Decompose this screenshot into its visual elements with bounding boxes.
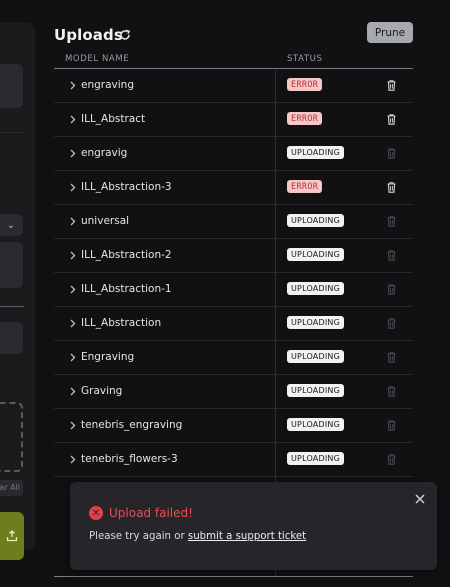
status-badge: UPLOADING xyxy=(287,316,344,329)
left-panel-field[interactable] xyxy=(0,242,23,288)
upload-button[interactable] xyxy=(0,512,24,560)
table-row[interactable]: engravig UPLOADING xyxy=(54,137,413,171)
prune-button[interactable]: Prune xyxy=(367,22,413,43)
table-row[interactable]: tenebris_flowers-3 UPLOADING xyxy=(54,443,413,477)
status-badge: ERROR xyxy=(287,112,323,125)
chevron-right-icon[interactable] xyxy=(70,455,76,464)
dropzone[interactable] xyxy=(0,402,23,472)
status-badge: UPLOADING xyxy=(287,452,344,465)
chevron-right-icon[interactable] xyxy=(70,149,76,158)
chevron-right-icon[interactable] xyxy=(70,387,76,396)
status-badge: UPLOADING xyxy=(287,282,344,295)
trash-icon xyxy=(387,352,396,363)
model-name: ILL_Abstraction xyxy=(81,317,162,329)
trash-icon xyxy=(387,318,396,329)
model-name: ILL_Abstract xyxy=(81,113,146,125)
table-row[interactable]: ILL_Abstract ERROR xyxy=(54,103,413,137)
status-badge: UPLOADING xyxy=(287,248,344,261)
trash-icon xyxy=(387,284,396,295)
model-name: ILL_Abstraction-2 xyxy=(81,249,172,261)
trash-icon xyxy=(387,454,396,465)
table-row[interactable]: ILL_Abstraction-1 UPLOADING xyxy=(54,273,413,307)
toast-title: Upload failed! xyxy=(109,506,193,520)
trash-icon[interactable] xyxy=(387,182,396,193)
error-icon: ✕ xyxy=(89,506,103,520)
model-name: ILL_Abstraction-3 xyxy=(81,181,172,193)
status-badge: UPLOADING xyxy=(287,146,344,159)
table-row[interactable]: tenebris_engraving UPLOADING xyxy=(54,409,413,443)
refresh-icon[interactable] xyxy=(118,28,132,42)
chevron-down-icon: ⌄ xyxy=(6,219,15,231)
trash-icon[interactable] xyxy=(387,80,396,91)
chevron-right-icon[interactable] xyxy=(70,319,76,328)
table-row[interactable]: ILL_Abstraction-3 ERROR xyxy=(54,171,413,205)
model-name: universal xyxy=(81,215,130,227)
chevron-right-icon[interactable] xyxy=(70,81,76,90)
table-row[interactable]: ILL_Abstraction-2 UPLOADING xyxy=(54,239,413,273)
left-panel: ⌄ ar All xyxy=(0,22,35,560)
table-row[interactable]: universal UPLOADING xyxy=(54,205,413,239)
upload-icon xyxy=(6,530,18,542)
divider xyxy=(0,132,24,133)
trash-icon[interactable] xyxy=(387,114,396,125)
table-row[interactable]: engraving ERROR xyxy=(54,69,413,103)
status-badge: UPLOADING xyxy=(287,214,344,227)
table-row[interactable]: ILL_Abstraction UPLOADING xyxy=(54,307,413,341)
chevron-right-icon[interactable] xyxy=(70,421,76,430)
error-toast: ✕ Upload failed! Please try again or sub… xyxy=(70,482,437,570)
table-row[interactable]: Graving UPLOADING xyxy=(54,375,413,409)
model-name: tenebris_engraving xyxy=(81,419,183,431)
page-title: Uploads xyxy=(54,26,123,44)
uploads-table: engraving ERROR ILL_Abstract ERROR engravig U… xyxy=(54,69,413,477)
model-name: tenebris_flowers-3 xyxy=(81,453,178,465)
divider xyxy=(0,306,24,307)
model-name: engraving xyxy=(81,79,134,91)
clear-all-button[interactable]: ar All xyxy=(0,480,23,496)
model-name: ILL_Abstraction-1 xyxy=(81,283,172,295)
status-badge: UPLOADING xyxy=(287,350,344,363)
chevron-right-icon[interactable] xyxy=(70,115,76,124)
chevron-right-icon[interactable] xyxy=(70,183,76,192)
toast-message: Please try again or submit a support tic… xyxy=(89,531,306,542)
trash-icon xyxy=(387,216,396,227)
status-badge: UPLOADING xyxy=(287,418,344,431)
trash-icon xyxy=(387,148,396,159)
table-row[interactable]: Engraving UPLOADING xyxy=(54,341,413,375)
chevron-right-icon[interactable] xyxy=(70,217,76,226)
trash-icon xyxy=(387,386,396,397)
model-name: Engraving xyxy=(81,351,135,363)
column-header-model-name: MODEL NAME xyxy=(65,54,130,64)
close-icon[interactable] xyxy=(414,493,426,505)
status-badge: UPLOADING xyxy=(287,384,344,397)
left-panel-field[interactable] xyxy=(0,64,23,108)
model-name: Graving xyxy=(81,385,123,397)
trash-icon xyxy=(387,420,396,431)
toast-message-text: Please try again or xyxy=(89,531,188,542)
chevron-right-icon[interactable] xyxy=(70,353,76,362)
status-badge: ERROR xyxy=(287,78,323,91)
left-panel-field[interactable] xyxy=(0,322,23,354)
dropdown[interactable]: ⌄ xyxy=(0,214,23,236)
trash-icon xyxy=(387,250,396,261)
chevron-right-icon[interactable] xyxy=(70,285,76,294)
column-header-status: STATUS xyxy=(287,54,323,64)
support-ticket-link[interactable]: submit a support ticket xyxy=(188,531,306,542)
table-bottom-divider xyxy=(54,576,413,577)
chevron-right-icon[interactable] xyxy=(70,251,76,260)
model-name: engravig xyxy=(81,147,128,159)
status-badge: ERROR xyxy=(287,180,323,193)
